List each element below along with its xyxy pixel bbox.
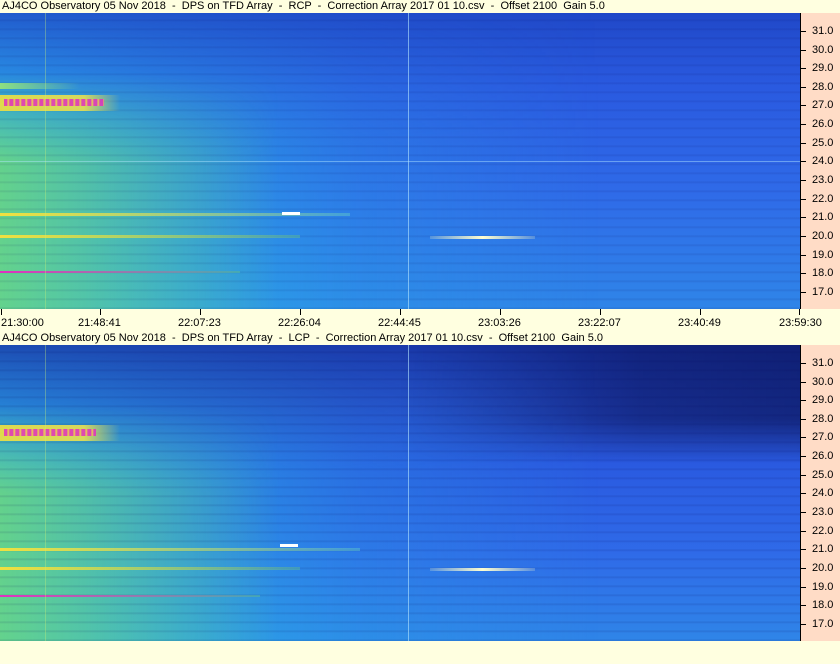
time-label: 23:59:30 — [779, 317, 822, 329]
time-label: 22:26:04 — [278, 317, 321, 329]
freq-label: 28.0 — [812, 81, 834, 93]
freq-label: 23.0 — [812, 174, 834, 186]
freq-label: 29.0 — [812, 62, 834, 74]
time-label: 23:03:26 — [478, 317, 521, 329]
freq-label: 18.0 — [812, 267, 834, 279]
freq-label: 30.0 — [812, 44, 834, 56]
freq-label: 25.0 — [812, 469, 834, 481]
panel-title-rcp: AJ4CO Observatory 05 Nov 2018 - DPS on T… — [0, 0, 840, 13]
bottom-margin — [0, 641, 840, 664]
freq-label: 27.0 — [812, 99, 834, 111]
time-label: 22:44:45 — [378, 317, 421, 329]
panel-title-lcp: AJ4CO Observatory 05 Nov 2018 - DPS on T… — [0, 332, 840, 345]
time-axis: 21:30:00 21:48:41 22:07:23 22:26:04 22:4… — [0, 309, 840, 331]
freq-label: 21.0 — [812, 211, 834, 223]
frequency-axis-rcp: 31.0 30.0 29.0 28.0 27.0 26.0 25.0 24.0 … — [800, 13, 840, 309]
freq-label: 22.0 — [812, 193, 834, 205]
freq-label: 22.0 — [812, 525, 834, 537]
freq-label: 19.0 — [812, 249, 834, 261]
freq-label: 17.0 — [812, 618, 834, 630]
freq-label: 21.0 — [812, 543, 834, 555]
freq-label: 31.0 — [812, 25, 834, 37]
freq-label: 24.0 — [812, 155, 834, 167]
freq-label: 20.0 — [812, 230, 834, 242]
time-label: 21:30:00 — [1, 317, 44, 329]
freq-label: 17.0 — [812, 286, 834, 298]
freq-label: 30.0 — [812, 376, 834, 388]
freq-label: 20.0 — [812, 562, 834, 574]
freq-label: 31.0 — [812, 357, 834, 369]
freq-label: 27.0 — [812, 431, 834, 443]
frequency-axis-lcp: 31.0 30.0 29.0 28.0 27.0 26.0 25.0 24.0 … — [800, 345, 840, 641]
time-label: 23:22:07 — [578, 317, 621, 329]
freq-label: 18.0 — [812, 599, 834, 611]
freq-label: 26.0 — [812, 118, 834, 130]
time-label: 21:48:41 — [78, 317, 121, 329]
spectrogram-lcp[interactable] — [0, 345, 800, 641]
spectrogram-rcp[interactable] — [0, 13, 800, 309]
freq-label: 28.0 — [812, 413, 834, 425]
time-label: 22:07:23 — [178, 317, 221, 329]
freq-label: 25.0 — [812, 137, 834, 149]
freq-label: 24.0 — [812, 487, 834, 499]
time-label: 23:40:49 — [678, 317, 721, 329]
freq-label: 29.0 — [812, 394, 834, 406]
freq-label: 19.0 — [812, 581, 834, 593]
freq-label: 23.0 — [812, 506, 834, 518]
freq-label: 26.0 — [812, 450, 834, 462]
